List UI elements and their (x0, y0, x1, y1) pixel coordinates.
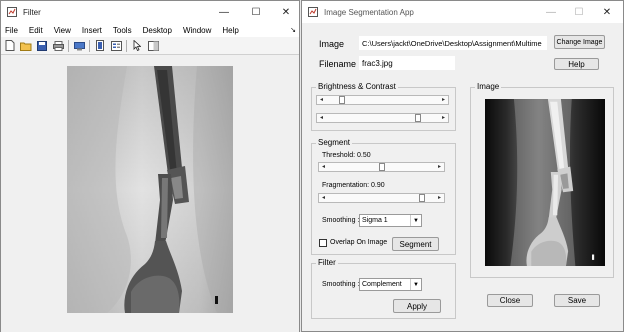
print-preview-icon[interactable] (73, 40, 85, 52)
toolbar-separator (89, 39, 90, 52)
matlab-figure-icon (7, 7, 17, 17)
filter-minimize-button[interactable]: — (209, 1, 239, 23)
link-icon[interactable] (94, 40, 106, 52)
chevron-down-icon[interactable]: ▼ (410, 279, 421, 290)
image-panel: Image (470, 82, 614, 278)
threshold-slider[interactable]: ◂ ▸ (318, 162, 445, 172)
smoothing-select[interactable]: Sigma 1 ▼ (359, 214, 422, 227)
slider-thumb[interactable] (378, 163, 385, 171)
open-folder-icon[interactable] (20, 40, 32, 52)
arrow-right-icon[interactable]: ▸ (439, 114, 448, 122)
menu-edit[interactable]: Edit (29, 26, 43, 35)
filter-window: Filter — ☐ ✕ File Edit View Insert Tools… (0, 0, 300, 332)
arrow-left-icon[interactable]: ◂ (317, 96, 326, 104)
save-button[interactable]: Save (554, 294, 600, 307)
arrow-left-icon[interactable]: ◂ (319, 163, 328, 171)
filter-close-button[interactable]: ✕ (271, 1, 301, 23)
segment-button[interactable]: Segment (392, 237, 439, 251)
smoothing-label: Smoothing : (322, 217, 360, 224)
xray-image-preview (485, 99, 605, 266)
arrow-left-icon[interactable]: ◂ (317, 114, 326, 122)
segmentation-minimize-button[interactable]: — (536, 1, 566, 23)
help-button[interactable]: Help (554, 58, 599, 70)
save-icon[interactable] (36, 40, 48, 52)
filter-smoothing-select-value: Complement (362, 281, 402, 288)
filter-maximize-button[interactable]: ☐ (241, 1, 271, 23)
image-panel-title: Image (475, 82, 502, 91)
apply-button[interactable]: Apply (393, 299, 441, 313)
fragmentation-slider[interactable]: ◂ ▸ (318, 193, 445, 203)
property-editor-icon[interactable] (147, 40, 159, 52)
slider-thumb[interactable] (338, 96, 345, 104)
slider-thumb[interactable] (414, 114, 421, 122)
brightness-contrast-title: Brightness & Contrast (316, 82, 398, 91)
new-file-icon[interactable] (4, 40, 16, 52)
smoothing-select-value: Sigma 1 (362, 217, 388, 224)
filter-smoothing-label: Smoothing : (322, 281, 360, 288)
pointer-icon[interactable] (131, 40, 143, 52)
segmentation-close-button[interactable]: ✕ (592, 1, 622, 23)
change-image-button[interactable]: Change Image (554, 35, 605, 49)
filter-smoothing-select[interactable]: Complement ▼ (359, 278, 422, 291)
segmentation-window-title: Image Segmentation App (324, 7, 414, 17)
brightness-contrast-panel: Brightness & Contrast ◂ ▸ ◂ ▸ (311, 82, 456, 131)
matlab-figure-icon (308, 7, 318, 17)
menu-desktop[interactable]: Desktop (143, 26, 172, 35)
filter-title: Filter (316, 258, 338, 267)
arrow-right-icon[interactable]: ▸ (435, 163, 444, 171)
arrow-right-icon[interactable]: ▸ (439, 96, 448, 104)
overlap-label: Overlap On Image (330, 239, 388, 246)
arrow-right-icon[interactable]: ▸ (435, 194, 444, 202)
menu-help[interactable]: Help (222, 26, 238, 35)
dock-arrow-icon[interactable]: ↘ (290, 26, 296, 34)
chevron-down-icon[interactable]: ▼ (410, 215, 421, 226)
insert-legend-icon[interactable] (110, 40, 122, 52)
filename-field: frac3.jpg (359, 56, 455, 70)
filter-panel: Filter Smoothing : Complement ▼ Apply (311, 258, 456, 319)
menu-file[interactable]: File (5, 26, 18, 35)
overlap-checkbox[interactable] (319, 239, 327, 247)
menu-window[interactable]: Window (183, 26, 211, 35)
image-path-label: Image (319, 39, 345, 49)
menu-tools[interactable]: Tools (113, 26, 132, 35)
segment-title: Segment (316, 138, 353, 147)
threshold-label: Threshold: 0.50 (322, 152, 371, 159)
contrast-slider[interactable]: ◂ ▸ (316, 113, 449, 123)
slider-thumb[interactable] (418, 194, 425, 202)
segment-panel: Segment Threshold: 0.50 ◂ ▸ Fragmentatio… (311, 138, 456, 255)
figure-canvas (1, 56, 299, 332)
filter-toolbar (1, 37, 299, 55)
fragmentation-label: Fragmentation: 0.90 (322, 182, 385, 189)
filter-menubar: File Edit View Insert Tools Desktop Wind… (1, 23, 299, 37)
segmentation-window: Image Segmentation App — ☐ ✕ Image C:\Us… (301, 0, 624, 332)
arrow-left-icon[interactable]: ◂ (319, 194, 328, 202)
toolbar-separator (126, 39, 127, 52)
brightness-slider[interactable]: ◂ ▸ (316, 95, 449, 105)
filename-label: Filename (319, 59, 357, 69)
menu-view[interactable]: View (54, 26, 71, 35)
segmentation-maximize-button[interactable]: ☐ (564, 1, 594, 23)
toolbar-separator (68, 39, 69, 52)
xray-image-large (67, 66, 233, 313)
image-path-field: C:\Users\jackt\OneDrive\Desktop\Assignme… (359, 36, 547, 50)
menu-insert[interactable]: Insert (82, 26, 102, 35)
print-icon[interactable] (52, 40, 64, 52)
filter-window-title: Filter (23, 7, 41, 17)
close-button[interactable]: Close (487, 294, 533, 307)
